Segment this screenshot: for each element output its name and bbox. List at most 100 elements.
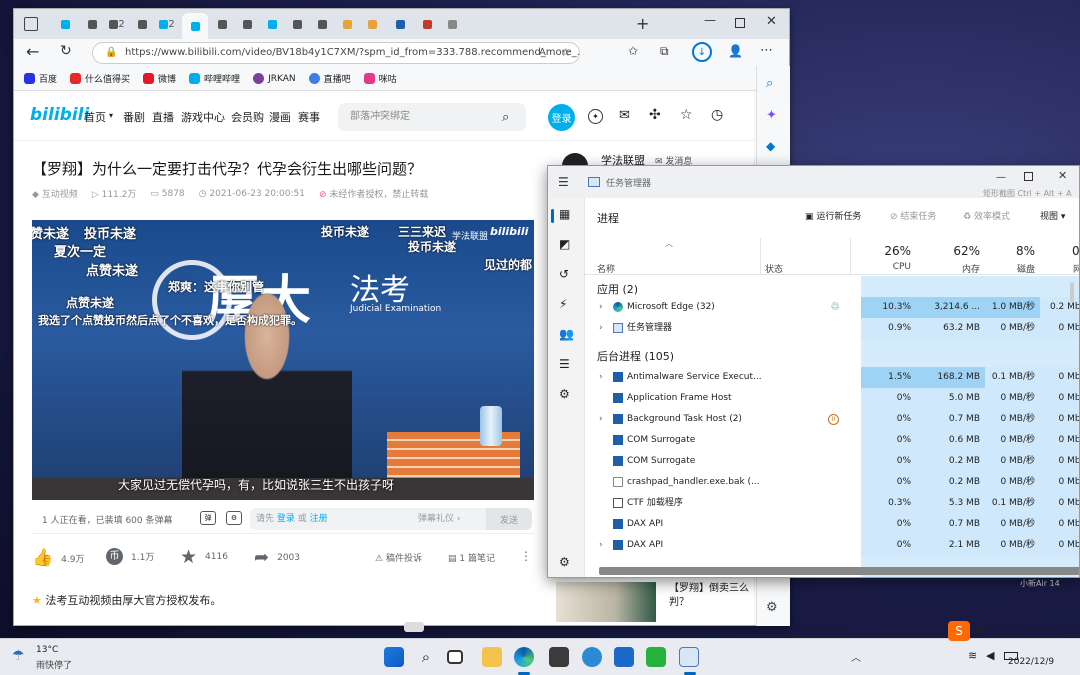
horizontal-scrollbar[interactable] — [599, 567, 1079, 575]
browser-tab[interactable] — [182, 13, 208, 39]
notes-button[interactable]: ▤ 1 篇笔记 — [448, 551, 495, 564]
recommend-thumbnail[interactable] — [556, 582, 656, 622]
end-task-button[interactable]: ⊘ 结束任务 — [890, 209, 936, 222]
message-icon[interactable]: ✉ — [619, 108, 630, 123]
read-aloud-icon[interactable]: A — [539, 43, 546, 63]
processes-icon[interactable]: ▦ — [559, 207, 570, 221]
search-icon[interactable]: ⌕ — [416, 647, 436, 667]
security-shield-icon[interactable] — [614, 647, 634, 667]
history-icon[interactable]: ◷ — [711, 107, 723, 123]
temperature[interactable]: 13°C — [36, 645, 58, 655]
view-dropdown[interactable]: 视图 ▾ — [1040, 209, 1065, 222]
discover-icon[interactable]: ✦ — [766, 108, 777, 123]
favorites-icon[interactable]: ✩ — [628, 44, 638, 58]
sougou-ime-icon[interactable]: S — [948, 621, 970, 641]
more-icon[interactable]: ⋯ — [760, 43, 773, 58]
coin-button[interactable]: 币 1.1万 — [106, 548, 154, 565]
edge-icon[interactable] — [514, 647, 534, 667]
header-status[interactable]: 状态 — [765, 262, 783, 275]
weather-text[interactable]: 雨快停了 — [36, 658, 72, 671]
browser-tab[interactable] — [439, 13, 465, 35]
browser-tab[interactable] — [414, 13, 440, 35]
process-row[interactable]: crashpad_handler.exe.bak (... 0% 0.2 MB … — [585, 472, 1079, 493]
browser-tab[interactable] — [284, 13, 310, 35]
process-row-edge[interactable]: › Microsoft Edge (32) ♲ 10.3% 3,214.6 ..… — [585, 297, 1079, 318]
header-cpu[interactable]: CPU — [861, 262, 911, 272]
video-search-input[interactable]: 部落冲突绑定 — [338, 103, 526, 131]
close-button[interactable]: ✕ — [766, 14, 777, 29]
danmaku-settings-icon[interactable]: ⚙ — [226, 511, 242, 525]
settings-icon[interactable]: ⚙ — [559, 555, 570, 569]
menu-hamburger-icon[interactable]: ☰ — [558, 175, 569, 189]
process-row[interactable]: › DAX API 0% 2.1 MB 0 MB/秒 0 Mbps — [585, 535, 1079, 556]
minimize-button[interactable]: — — [704, 13, 716, 27]
header-net-pct[interactable]: 0% — [1040, 244, 1079, 258]
start-icon[interactable] — [384, 647, 404, 667]
snap-handle[interactable] — [1070, 282, 1074, 302]
bookmark-weibo[interactable]: 微博 — [143, 72, 176, 85]
refresh-icon[interactable]: ↻ — [60, 43, 72, 59]
nav-esports[interactable]: 赛事 — [298, 109, 320, 125]
danmaku-etiquette-link[interactable]: 弹幕礼仪 › — [418, 508, 460, 530]
bilibili-logo[interactable]: bilibili — [30, 105, 89, 125]
profile-icon[interactable]: 👤 — [728, 44, 743, 58]
details-icon[interactable]: ☰ — [559, 357, 570, 371]
header-disk-pct[interactable]: 8% — [985, 244, 1035, 258]
browser-tab[interactable] — [234, 13, 260, 35]
vip-icon[interactable]: ✦ — [588, 109, 603, 124]
nav-home[interactable]: 首页 — [84, 109, 106, 125]
search-icon[interactable]: ⌕ — [502, 110, 509, 125]
browser-tab[interactable] — [309, 13, 335, 35]
process-row[interactable]: DAX API 0% 0.7 MB 0 MB/秒 0 Mbps — [585, 514, 1079, 535]
run-new-task-button[interactable]: ▣ 运行新任务 — [805, 209, 861, 222]
settings-gear-icon[interactable]: ⚙ — [766, 600, 778, 615]
expand-chevron-icon[interactable]: › — [599, 297, 603, 318]
browser-tab[interactable] — [129, 13, 155, 35]
login-link[interactable]: 登录 — [277, 514, 295, 524]
login-button[interactable]: 登录 — [548, 104, 575, 131]
task-manager-icon[interactable] — [679, 647, 699, 667]
process-row[interactable]: Application Frame Host 0% 5.0 MB 0 MB/秒 … — [585, 388, 1079, 409]
url-field[interactable]: 🔒 https://www.bilibili.com/video/BV18b4y… — [92, 42, 580, 64]
nav-live[interactable]: 直播 — [152, 109, 174, 125]
bookmark-bilibili[interactable]: 哔哩哔哩 — [189, 72, 240, 85]
header-net[interactable]: 网络 — [1040, 262, 1079, 275]
bookmark-migu[interactable]: 咪咕 — [363, 72, 397, 85]
browser-tab[interactable] — [79, 13, 105, 35]
weather-icon[interactable]: ☂ — [12, 648, 25, 664]
wifi-icon[interactable]: ≋ — [968, 649, 977, 662]
send-danmaku-button[interactable]: 发送 — [486, 508, 532, 530]
dynamic-icon[interactable]: ✣ — [649, 107, 661, 123]
store-icon[interactable] — [549, 647, 569, 667]
header-cpu-pct[interactable]: 26% — [861, 244, 911, 258]
report-button[interactable]: ⚠ 稿件投诉 — [375, 551, 422, 564]
services-icon[interactable]: ⚙ — [559, 387, 570, 401]
search-icon[interactable]: ⌕ — [766, 76, 773, 91]
browser-tab[interactable]: 2 — [154, 13, 180, 35]
tm-close-button[interactable]: ✕ — [1058, 169, 1067, 182]
star-icon[interactable]: ☆ — [680, 107, 693, 123]
browser-tab[interactable] — [387, 13, 413, 35]
favorite-button[interactable]: ★ 4116 — [180, 546, 228, 568]
startup-apps-icon[interactable]: ⚡ — [559, 297, 567, 311]
shopping-icon[interactable]: ◆ — [766, 139, 775, 153]
window-dock-handle[interactable] — [404, 622, 424, 632]
bookmark-smzdm[interactable]: 什么值得买 — [70, 72, 130, 85]
performance-icon[interactable]: ◩ — [559, 237, 570, 251]
maximize-button[interactable] — [735, 18, 745, 28]
register-link[interactable]: 注册 — [310, 514, 328, 524]
browser-tab[interactable] — [209, 13, 235, 35]
process-row[interactable]: COM Surrogate 0% 0.6 MB 0 MB/秒 0 Mbps — [585, 430, 1079, 451]
video-player[interactable]: 厚大 法考 Judicial Examination 赞未遂 投币未遂 投币未遂… — [32, 220, 534, 500]
danmaku-input[interactable]: 请先 登录 或 注册 弹幕礼仪 › — [250, 508, 486, 530]
tab-actions-icon[interactable] — [24, 17, 38, 31]
header-disk[interactable]: 磁盘 — [985, 262, 1035, 275]
users-icon[interactable]: 👥 — [559, 327, 574, 341]
nav-manga[interactable]: 漫画 — [269, 109, 291, 125]
tm-minimize-button[interactable]: — — [996, 172, 1006, 183]
process-row-taskmgr[interactable]: › 任务管理器 0.9% 63.2 MB 0 MB/秒 0 Mbps — [585, 318, 1079, 339]
process-row[interactable]: CTF 加载程序 0.3% 5.3 MB 0.1 MB/秒 0 Mbps — [585, 493, 1079, 514]
download-icon[interactable]: ↓ — [692, 42, 712, 62]
process-row[interactable]: › Antimalware Service Execut... 1.5% 168… — [585, 367, 1079, 388]
app-history-icon[interactable]: ↺ — [559, 267, 569, 281]
